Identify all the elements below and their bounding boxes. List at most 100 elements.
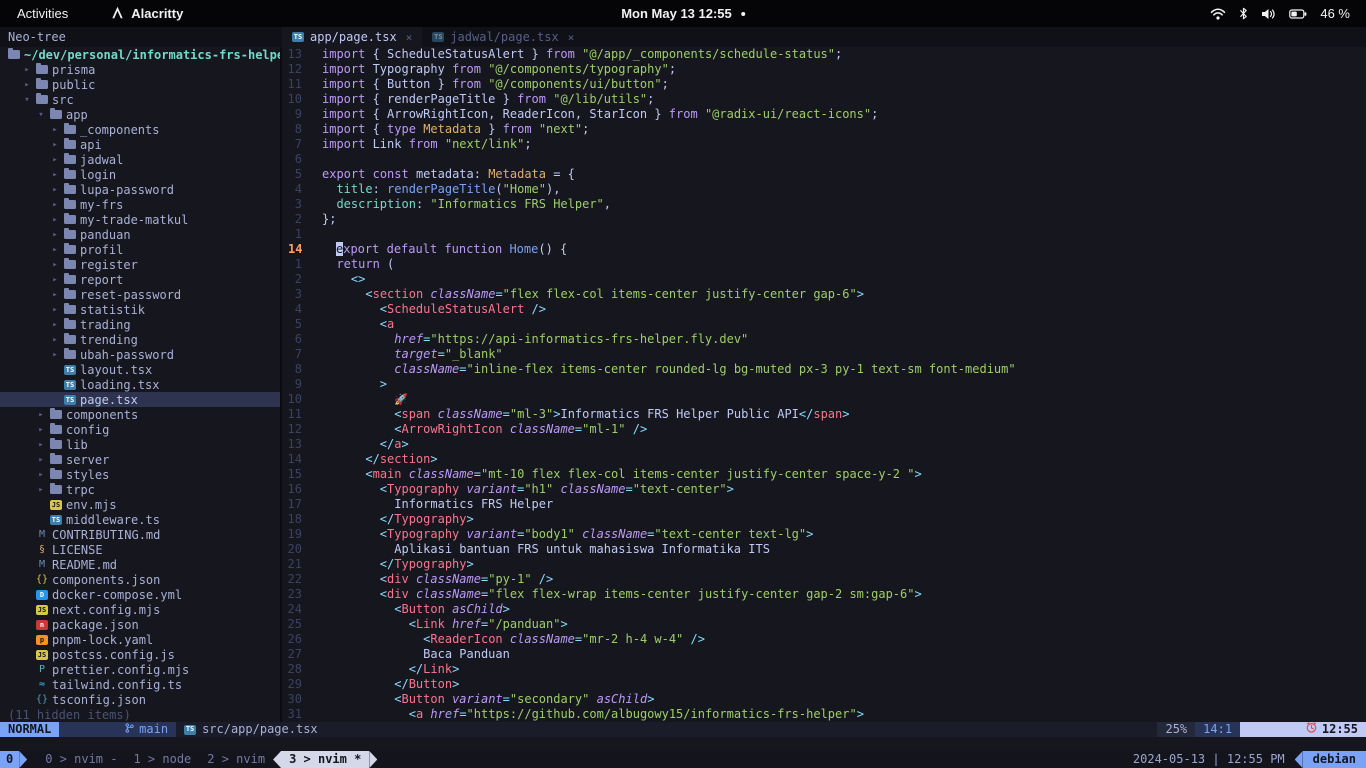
chevron-right-icon[interactable]: ▸ bbox=[50, 125, 60, 135]
tree-item-postcss-config-js[interactable]: JSpostcss.config.js bbox=[0, 647, 280, 662]
chevron-right-icon[interactable]: ▸ bbox=[50, 335, 60, 345]
tree-item-pnpm-lock-yaml[interactable]: ppnpm-lock.yaml bbox=[0, 632, 280, 647]
code-line[interactable]: 4 <ScheduleStatusAlert /> bbox=[282, 302, 1366, 317]
code-line[interactable]: 16 <Typography variant="h1" className="t… bbox=[282, 482, 1366, 497]
code-line[interactable]: 1 return ( bbox=[282, 257, 1366, 272]
tree-item-prisma[interactable]: ▸prisma bbox=[0, 62, 280, 77]
code-line[interactable]: 4 title: renderPageTitle("Home"), bbox=[282, 182, 1366, 197]
tree-item-docker-compose-yml[interactable]: Ddocker-compose.yml bbox=[0, 587, 280, 602]
tree-item-reset-password[interactable]: ▸reset-password bbox=[0, 287, 280, 302]
close-icon[interactable]: × bbox=[568, 31, 575, 44]
tree-item-components[interactable]: ▸components bbox=[0, 407, 280, 422]
code-line[interactable]: 7import Link from "next/link"; bbox=[282, 137, 1366, 152]
chevron-right-icon[interactable]: ▸ bbox=[50, 305, 60, 315]
tree-item-dev-personal-informatics-frs-helper[interactable]: ~/dev/personal/informatics-frs-helper bbox=[0, 47, 280, 62]
chevron-right-icon[interactable]: ▸ bbox=[50, 275, 60, 285]
chevron-right-icon[interactable]: ▸ bbox=[50, 230, 60, 240]
tmux-window-active[interactable]: 3 > nvim * bbox=[281, 751, 369, 768]
tree-item-tsconfig-json[interactable]: {}tsconfig.json bbox=[0, 692, 280, 707]
tree-item-my-frs[interactable]: ▸my-frs bbox=[0, 197, 280, 212]
code-line[interactable]: 1 bbox=[282, 227, 1366, 242]
tree-item-register[interactable]: ▸register bbox=[0, 257, 280, 272]
code-line[interactable]: 29 </Button> bbox=[282, 677, 1366, 692]
code-line[interactable]: 11 <span className="ml-3">Informatics FR… bbox=[282, 407, 1366, 422]
tree-item-jadwal[interactable]: ▸jadwal bbox=[0, 152, 280, 167]
app-menu-button[interactable]: Alacritty bbox=[111, 6, 183, 22]
code-line[interactable]: 6 bbox=[282, 152, 1366, 167]
code-line[interactable]: 26 <ReaderIcon className="mr-2 h-4 w-4" … bbox=[282, 632, 1366, 647]
code-line[interactable]: 23 <div className="flex flex-wrap items-… bbox=[282, 587, 1366, 602]
tree-item-contributing-md[interactable]: MCONTRIBUTING.md bbox=[0, 527, 280, 542]
tree-item-env-mjs[interactable]: JSenv.mjs bbox=[0, 497, 280, 512]
code-line[interactable]: 19 <Typography variant="body1" className… bbox=[282, 527, 1366, 542]
code-line[interactable]: 12import Typography from "@/components/t… bbox=[282, 62, 1366, 77]
tree-item-src[interactable]: ▾src bbox=[0, 92, 280, 107]
chevron-down-icon[interactable]: ▾ bbox=[36, 110, 46, 120]
tree-item-license[interactable]: §LICENSE bbox=[0, 542, 280, 557]
code-line[interactable]: 24 <Button asChild> bbox=[282, 602, 1366, 617]
tree-item-layout-tsx[interactable]: TSlayout.tsx bbox=[0, 362, 280, 377]
chevron-right-icon[interactable]: ▸ bbox=[50, 290, 60, 300]
close-icon[interactable]: × bbox=[406, 31, 413, 44]
code-line[interactable]: 25 <Link href="/panduan"> bbox=[282, 617, 1366, 632]
tree-item-panduan[interactable]: ▸panduan bbox=[0, 227, 280, 242]
code-line[interactable]: 20 Aplikasi bantuan FRS untuk mahasiswa … bbox=[282, 542, 1366, 557]
code-line[interactable]: 5export const metadata: Metadata = { bbox=[282, 167, 1366, 182]
code-line[interactable]: 8import { type Metadata } from "next"; bbox=[282, 122, 1366, 137]
code-line[interactable]: 14 </section> bbox=[282, 452, 1366, 467]
tree-item-report[interactable]: ▸report bbox=[0, 272, 280, 287]
clock-menu[interactable]: Mon May 13 12:55 bbox=[621, 6, 745, 21]
code-line[interactable]: 13 </a> bbox=[282, 437, 1366, 452]
chevron-right-icon[interactable]: ▸ bbox=[22, 65, 32, 75]
code-line[interactable]: 21 </Typography> bbox=[282, 557, 1366, 572]
code-line[interactable]: 8 className="inline-flex items-center ro… bbox=[282, 362, 1366, 377]
chevron-right-icon[interactable]: ▸ bbox=[36, 455, 46, 465]
tree-item-components[interactable]: ▸_components bbox=[0, 122, 280, 137]
chevron-right-icon[interactable]: ▸ bbox=[36, 470, 46, 480]
tree-item-config[interactable]: ▸config bbox=[0, 422, 280, 437]
chevron-right-icon[interactable]: ▸ bbox=[50, 185, 60, 195]
tree-item-trading[interactable]: ▸trading bbox=[0, 317, 280, 332]
chevron-right-icon[interactable]: ▸ bbox=[36, 425, 46, 435]
tree-item-styles[interactable]: ▸styles bbox=[0, 467, 280, 482]
tree-item-trending[interactable]: ▸trending bbox=[0, 332, 280, 347]
tree-item-middleware-ts[interactable]: TSmiddleware.ts bbox=[0, 512, 280, 527]
code-line[interactable]: 14export default function Home() { bbox=[282, 242, 1366, 257]
code-line[interactable]: 12 <ArrowRightIcon className="ml-1" /> bbox=[282, 422, 1366, 437]
tree-item-package-json[interactable]: npackage.json bbox=[0, 617, 280, 632]
code-line[interactable]: 22 <div className="py-1" /> bbox=[282, 572, 1366, 587]
code-line[interactable]: 2}; bbox=[282, 212, 1366, 227]
tree-item-server[interactable]: ▸server bbox=[0, 452, 280, 467]
chevron-right-icon[interactable]: ▸ bbox=[50, 155, 60, 165]
chevron-right-icon[interactable]: ▸ bbox=[50, 140, 60, 150]
chevron-right-icon[interactable]: ▸ bbox=[36, 410, 46, 420]
chevron-right-icon[interactable]: ▸ bbox=[50, 200, 60, 210]
tmux-window[interactable]: 2 > nvim bbox=[199, 751, 273, 768]
code-line[interactable]: 10import { renderPageTitle } from "@/lib… bbox=[282, 92, 1366, 107]
tree-item-login[interactable]: ▸login bbox=[0, 167, 280, 182]
code-line[interactable]: 18 </Typography> bbox=[282, 512, 1366, 527]
chevron-right-icon[interactable]: ▸ bbox=[50, 245, 60, 255]
chevron-right-icon[interactable]: ▸ bbox=[50, 260, 60, 270]
tmux-window[interactable]: 0 > nvim - bbox=[37, 751, 125, 768]
chevron-right-icon[interactable]: ▸ bbox=[36, 440, 46, 450]
tree-item-components-json[interactable]: {}components.json bbox=[0, 572, 280, 587]
tree-item-lupa-password[interactable]: ▸lupa-password bbox=[0, 182, 280, 197]
chevron-down-icon[interactable]: ▾ bbox=[22, 95, 32, 105]
tree-item-11-hidden-items[interactable]: (11 hidden items) bbox=[0, 707, 280, 722]
chevron-right-icon[interactable]: ▸ bbox=[36, 485, 46, 495]
tree-item-tailwind-config-ts[interactable]: ≈tailwind.config.ts bbox=[0, 677, 280, 692]
tree-item-api[interactable]: ▸api bbox=[0, 137, 280, 152]
tree-item-lib[interactable]: ▸lib bbox=[0, 437, 280, 452]
chevron-right-icon[interactable]: ▸ bbox=[22, 80, 32, 90]
code-line[interactable]: 13import { ScheduleStatusAlert } from "@… bbox=[282, 47, 1366, 62]
chevron-right-icon[interactable]: ▸ bbox=[50, 320, 60, 330]
code-line[interactable]: 5 <a bbox=[282, 317, 1366, 332]
tree-item-my-trade-matkul[interactable]: ▸my-trade-matkul bbox=[0, 212, 280, 227]
code-line[interactable]: 10 🚀 bbox=[282, 392, 1366, 407]
chevron-right-icon[interactable]: ▸ bbox=[50, 170, 60, 180]
tree-item-trpc[interactable]: ▸trpc bbox=[0, 482, 280, 497]
code-area[interactable]: 13import { ScheduleStatusAlert } from "@… bbox=[282, 47, 1366, 722]
tab-app-page-tsx[interactable]: TS app/page.tsx × bbox=[282, 27, 422, 47]
code-line[interactable]: 11import { Button } from "@/components/u… bbox=[282, 77, 1366, 92]
